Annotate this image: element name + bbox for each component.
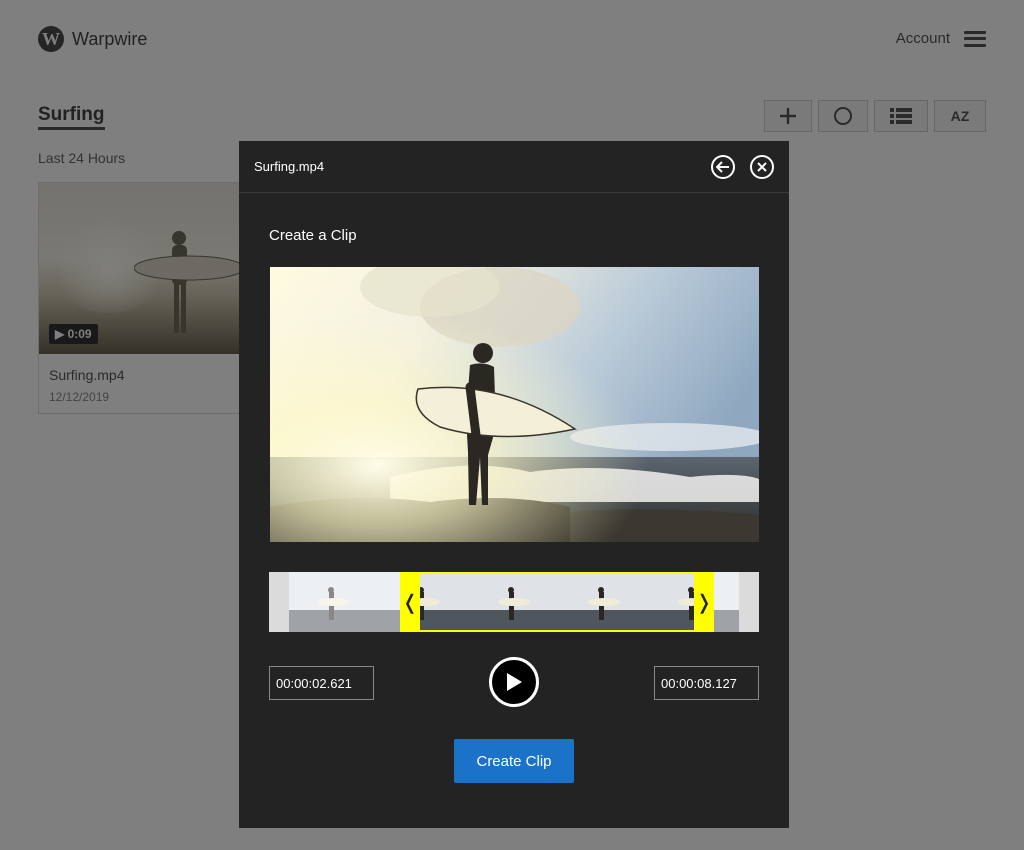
close-button[interactable] (750, 155, 774, 179)
back-button[interactable] (711, 155, 735, 179)
create-clip-modal: Surfing.mp4 Create a Clip ❬ ❭ 00:00:02.6… (239, 141, 789, 828)
modal-heading: Create a Clip (269, 227, 357, 244)
trim-start-handle[interactable]: ❬ (400, 572, 420, 632)
play-button[interactable] (489, 657, 539, 707)
timeline-unselected-start (269, 572, 400, 632)
clip-start-time-input[interactable] (269, 666, 374, 700)
modal-header: Surfing.mp4 (239, 141, 789, 193)
modal-filename: Surfing.mp4 (254, 159, 325, 174)
clip-timeline[interactable]: ❬ ❭ (269, 572, 759, 632)
trim-end-handle[interactable]: ❭ (694, 572, 714, 632)
clip-selection[interactable] (400, 572, 714, 632)
arrow-left-icon (716, 161, 729, 173)
video-preview[interactable] (270, 267, 759, 542)
close-icon (757, 162, 767, 172)
create-clip-button[interactable]: Create Clip (454, 739, 574, 783)
clip-end-time-input[interactable] (654, 666, 759, 700)
timeline-unselected-end (714, 572, 759, 632)
play-icon (507, 673, 522, 691)
